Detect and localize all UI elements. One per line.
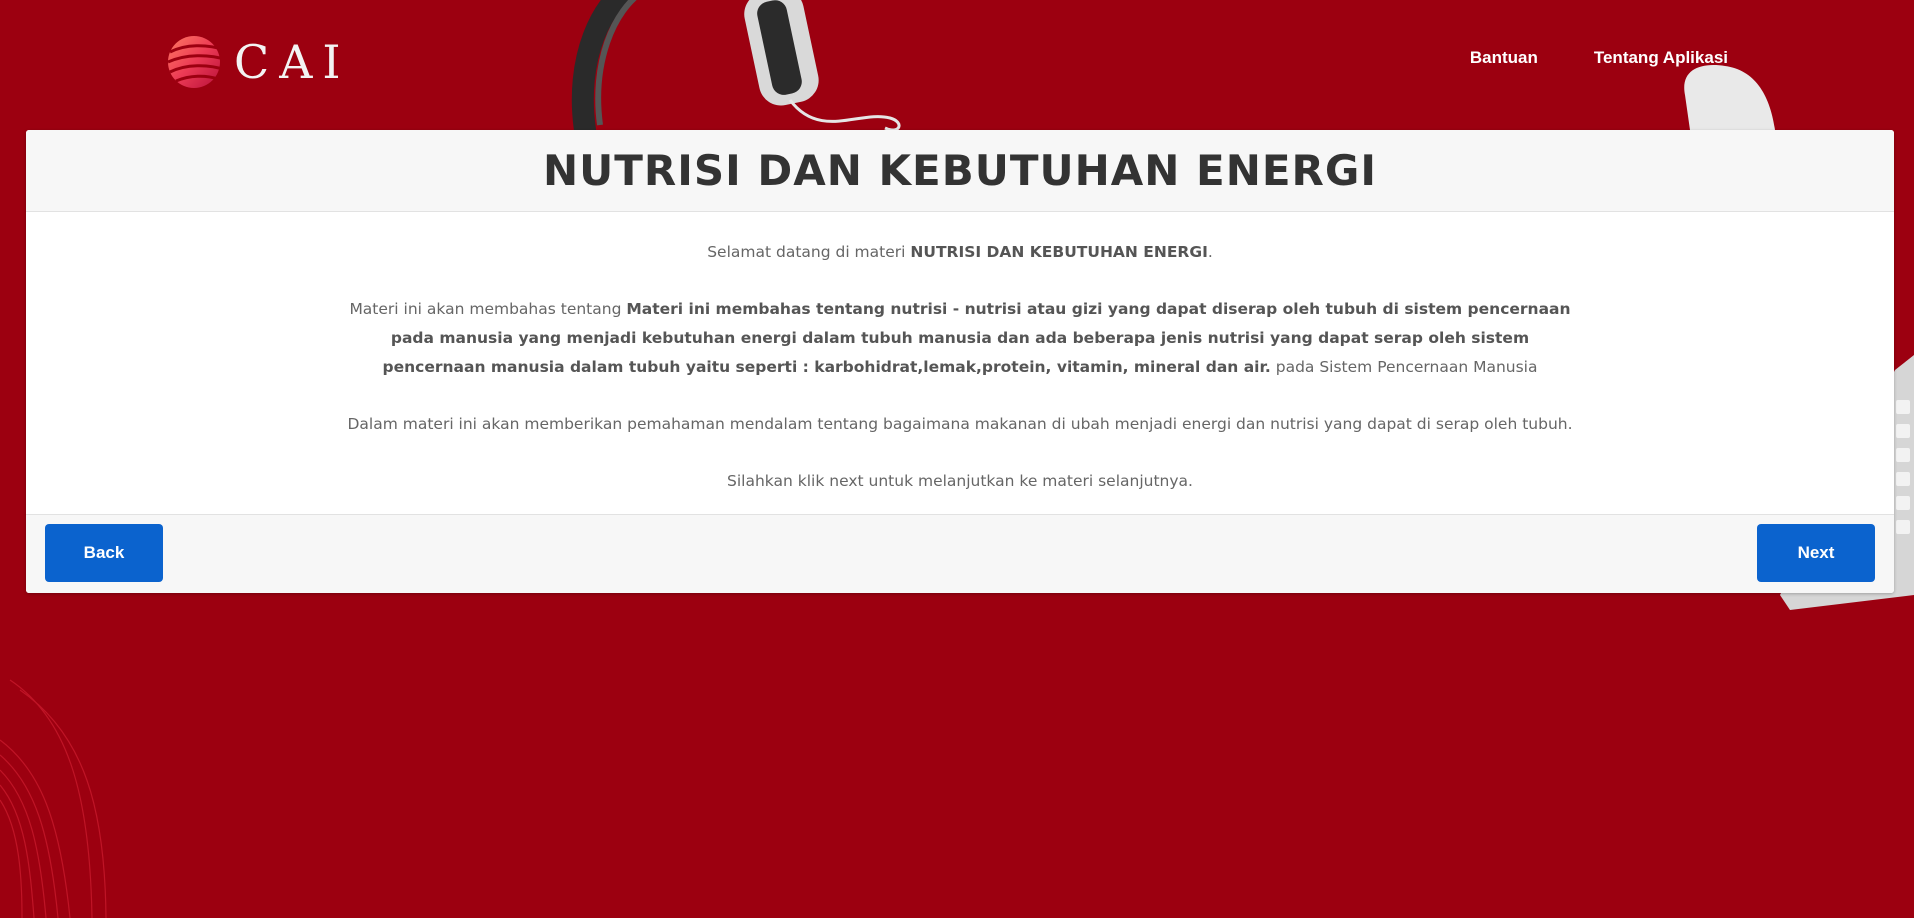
nav-link-bantuan[interactable]: Bantuan <box>1470 48 1538 68</box>
description-lead: Materi ini akan membahas tentang <box>349 300 627 318</box>
page-title: NUTRISI DAN KEBUTUHAN ENERGI <box>542 146 1378 195</box>
card-footer: Back Next <box>26 514 1894 593</box>
back-button[interactable]: Back <box>45 524 163 582</box>
logo-text: CAI <box>234 35 351 89</box>
nav-link-tentang-aplikasi[interactable]: Tentang Aplikasi <box>1594 48 1728 68</box>
wave-lines-decoration <box>0 679 107 918</box>
material-card: NUTRISI DAN KEBUTUHAN ENERGI Selamat dat… <box>26 130 1894 593</box>
card-header: NUTRISI DAN KEBUTUHAN ENERGI <box>26 130 1894 212</box>
description-paragraph: Materi ini akan membahas tentang Materi … <box>346 295 1574 382</box>
instruction-paragraph: Silahkan klik next untuk melanjutkan ke … <box>727 472 1193 490</box>
brand-logo[interactable]: CAI <box>166 30 351 94</box>
intro-topic: NUTRISI DAN KEBUTUHAN ENERGI <box>910 243 1208 261</box>
next-button[interactable]: Next <box>1757 524 1875 582</box>
card-body: Selamat datang di materi NUTRISI DAN KEB… <box>26 212 1894 514</box>
intro-end: . <box>1207 243 1213 261</box>
logo-ball-icon <box>167 36 228 88</box>
intro-paragraph: Selamat datang di materi NUTRISI DAN KEB… <box>346 238 1574 267</box>
top-navbar: CAI Bantuan Tentang Aplikasi <box>0 0 1914 128</box>
intro-text: Selamat datang di materi <box>707 243 911 261</box>
description-tail: pada Sistem Pencernaan Manusia <box>1270 358 1538 376</box>
detail-paragraph: Dalam materi ini akan memberikan pemaham… <box>347 415 1573 433</box>
main-nav: Bantuan Tentang Aplikasi <box>1470 48 1728 68</box>
